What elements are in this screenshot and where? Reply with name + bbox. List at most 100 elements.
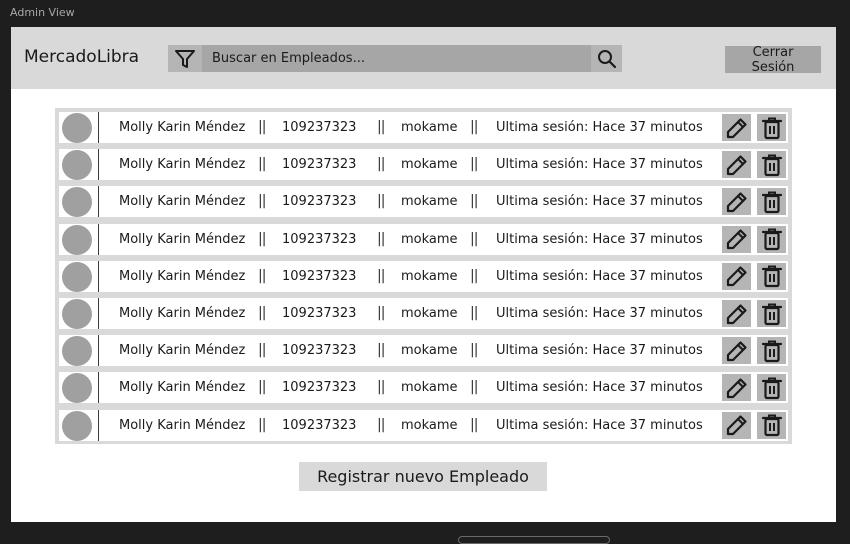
- column-separator: ||: [470, 119, 479, 135]
- column-separator: ||: [470, 230, 479, 247]
- employee-name: Molly Karin Méndez: [119, 417, 246, 433]
- table-row[interactable]: Molly Karin Méndez 109237323 mokame Ultima …: [59, 335, 788, 367]
- employee-id: 109237323: [282, 306, 357, 321]
- pencil-icon: [726, 229, 747, 250]
- column-separator: ||: [377, 416, 386, 433]
- trash-icon: [761, 303, 782, 325]
- column-separator: ||: [258, 305, 267, 321]
- edit-button[interactable]: [722, 188, 751, 216]
- trash-icon: [761, 414, 782, 437]
- employee-username: mokame: [401, 380, 458, 396]
- table-row[interactable]: Molly Karin Méndez 109237323 mokame Ultima …: [59, 112, 788, 143]
- employee-last-session: Ultima sesión: Hace 37 minutos: [496, 306, 703, 321]
- employee-last-session: Ultima sesión: Hace 37 minutos: [496, 268, 703, 284]
- row-divider: [98, 149, 99, 181]
- delete-button[interactable]: [757, 188, 786, 216]
- filter-button[interactable]: [168, 45, 202, 72]
- table-row[interactable]: Molly Karin Méndez 109237323 mokame Ultima …: [59, 186, 788, 218]
- avatar: [62, 187, 92, 218]
- table-row[interactable]: Molly Karin Méndez 109237323 mokame Ultima …: [59, 372, 788, 404]
- search-button[interactable]: [591, 45, 622, 72]
- employee-last-session: Ultima sesión: Hace 37 minutos: [496, 343, 703, 359]
- edit-button[interactable]: [722, 411, 751, 439]
- table-row[interactable]: Molly Karin Méndez 109237323 mokame Ultima …: [59, 149, 788, 181]
- edit-button[interactable]: [722, 225, 751, 253]
- pencil-icon: [726, 378, 747, 398]
- edit-button[interactable]: [722, 374, 751, 402]
- search-input[interactable]: [210, 50, 591, 67]
- delete-button[interactable]: [757, 300, 786, 327]
- table-row[interactable]: Molly Karin Méndez 109237323 mokame Ultima …: [59, 260, 788, 292]
- employee-last-session: Ultima sesión: Hace 37 minutos: [496, 417, 703, 433]
- edit-button[interactable]: [722, 300, 751, 327]
- edit-button[interactable]: [722, 262, 751, 290]
- avatar: [62, 150, 92, 181]
- edit-button[interactable]: [722, 337, 751, 365]
- employee-name: Molly Karin Méndez: [119, 380, 246, 396]
- pencil-icon: [726, 303, 747, 324]
- employee-username: mokame: [401, 306, 458, 321]
- search-icon: [597, 49, 616, 68]
- avatar: [62, 224, 92, 255]
- table-row[interactable]: Molly Karin Méndez 109237323 mokame Ultima …: [59, 298, 788, 329]
- delete-button[interactable]: [757, 411, 786, 439]
- row-divider: [98, 335, 99, 367]
- employee-last-session: Ultima sesión: Hace 37 minutos: [496, 231, 703, 247]
- column-separator: ||: [470, 193, 479, 210]
- table-row[interactable]: Molly Karin Méndez 109237323 mokame Ultima …: [59, 223, 788, 255]
- column-separator: ||: [258, 416, 267, 433]
- delete-button[interactable]: [757, 374, 786, 402]
- employee-username: mokame: [401, 343, 458, 359]
- delete-button[interactable]: [757, 225, 786, 253]
- column-separator: ||: [258, 342, 267, 359]
- employee-id: 109237323: [282, 194, 357, 210]
- row-divider: [98, 298, 99, 329]
- trash-icon: [761, 117, 782, 139]
- employee-id: 109237323: [282, 380, 357, 396]
- edit-button[interactable]: [722, 151, 751, 179]
- edit-button[interactable]: [722, 114, 751, 141]
- register-employee-button[interactable]: Registrar nuevo Empleado: [299, 462, 547, 491]
- employee-username: mokame: [401, 157, 458, 173]
- row-divider: [98, 260, 99, 292]
- column-separator: ||: [258, 267, 267, 284]
- column-separator: ||: [377, 267, 386, 284]
- employee-list: Molly Karin Méndez 109237323 mokame Ultima …: [55, 108, 792, 444]
- search-field[interactable]: [202, 45, 591, 72]
- row-divider: [98, 112, 99, 143]
- employee-id: 109237323: [282, 120, 357, 135]
- column-separator: ||: [377, 379, 386, 396]
- employee-name: Molly Karin Méndez: [119, 157, 246, 173]
- avatar: [62, 336, 92, 367]
- employee-id: 109237323: [282, 417, 357, 433]
- trash-icon: [761, 340, 782, 362]
- avatar: [62, 299, 92, 329]
- delete-button[interactable]: [757, 151, 786, 179]
- pencil-icon: [726, 192, 747, 212]
- employee-id: 109237323: [282, 157, 357, 173]
- table-row[interactable]: Molly Karin Méndez 109237323 mokame Ultima …: [59, 409, 788, 441]
- column-separator: ||: [470, 305, 479, 321]
- trash-icon: [761, 228, 782, 251]
- delete-button[interactable]: [757, 262, 786, 290]
- delete-button[interactable]: [757, 337, 786, 365]
- brand-title: MercadoLibra: [24, 47, 140, 67]
- admin-view-canvas: MercadoLibra Cerrar Sesión Molly Karin M…: [11, 27, 836, 522]
- column-separator: ||: [377, 119, 386, 135]
- column-separator: ||: [377, 230, 386, 247]
- column-separator: ||: [470, 379, 479, 396]
- column-separator: ||: [377, 193, 386, 210]
- delete-button[interactable]: [757, 114, 786, 141]
- employee-username: mokame: [401, 268, 458, 284]
- employee-name: Molly Karin Méndez: [119, 231, 246, 247]
- employee-name: Molly Karin Méndez: [119, 120, 246, 135]
- bottom-scroll-handle[interactable]: [458, 536, 610, 544]
- column-separator: ||: [258, 230, 267, 247]
- employee-last-session: Ultima sesión: Hace 37 minutos: [496, 120, 703, 135]
- column-separator: ||: [377, 156, 386, 173]
- employee-name: Molly Karin Méndez: [119, 306, 246, 321]
- filter-icon: [175, 49, 195, 68]
- column-separator: ||: [258, 119, 267, 135]
- trash-icon: [761, 191, 782, 213]
- logout-button[interactable]: Cerrar Sesión: [725, 45, 821, 75]
